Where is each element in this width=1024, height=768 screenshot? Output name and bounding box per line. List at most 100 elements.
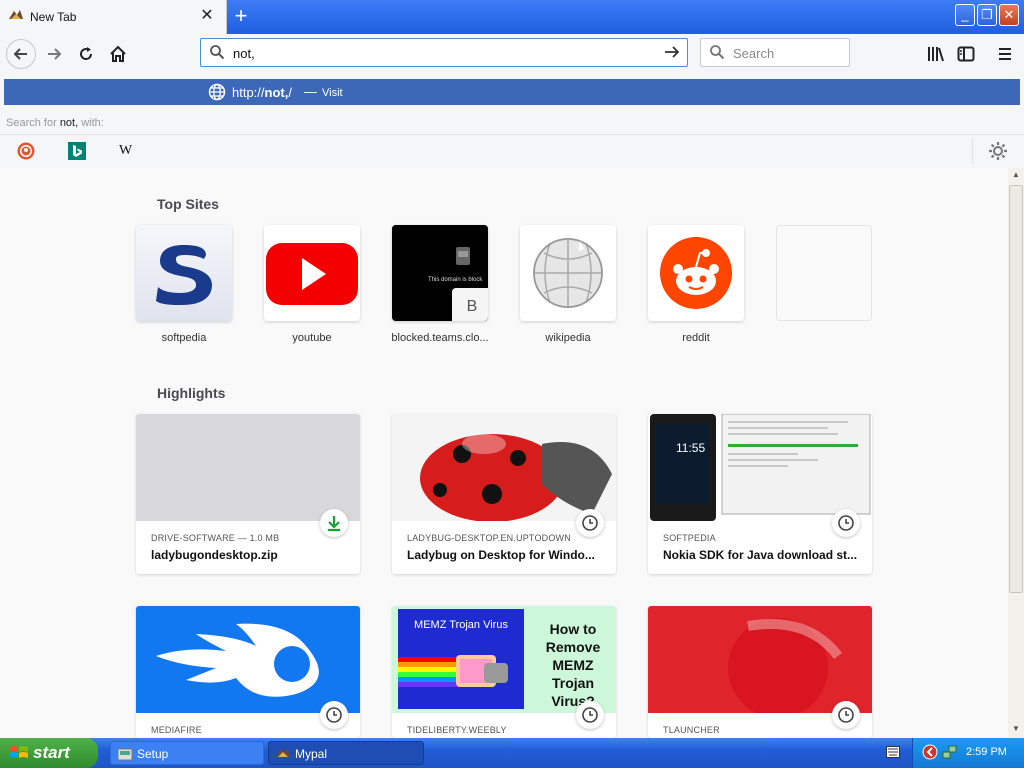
go-arrow-icon[interactable] <box>663 43 681 61</box>
top-site-blocked-teams[interactable]: This domain is block B <box>392 225 488 321</box>
nyan-cat-icon <box>398 655 508 687</box>
highlight-card[interactable]: TLAUNCHER <box>648 606 872 738</box>
tab-close-icon[interactable]: ✕ <box>198 6 216 26</box>
reddit-logo <box>648 225 744 321</box>
highlight-card[interactable]: LADYBUG-DESKTOP.EN.UPTODOWN Ladybug on D… <box>392 414 616 574</box>
menu-button[interactable] <box>991 40 1019 68</box>
start-button[interactable]: start <box>0 738 98 768</box>
tlauncher-thumbnail <box>648 606 872 713</box>
forward-button[interactable] <box>40 40 68 68</box>
tab-title: New Tab <box>30 10 77 24</box>
highlight-card[interactable]: DRIVE-SOFTWARE — 1.0 MB ladybugondesktop… <box>136 414 360 574</box>
clock-icon <box>838 515 854 531</box>
top-sites-heading: Top Sites <box>157 196 219 212</box>
youtube-logo <box>264 225 360 321</box>
highlight-card[interactable]: MEMZ Trojan Virus How to Remove MEMZ Tro… <box>392 606 616 738</box>
reload-icon <box>80 47 93 60</box>
new-tab-button[interactable]: + <box>229 4 253 28</box>
taskbar-item-label: Mypal <box>295 747 328 761</box>
highlight-badge <box>832 509 860 537</box>
search-settings-gear-icon[interactable] <box>988 141 1008 161</box>
scrollbar-thumb[interactable] <box>1009 185 1023 593</box>
bing-icon[interactable] <box>68 142 86 160</box>
url-input[interactable]: not, <box>233 46 255 61</box>
top-site-wikipedia[interactable] <box>520 225 616 321</box>
highlight-source: TLAUNCHER <box>663 725 720 735</box>
highlights-heading: Highlights <box>157 385 226 401</box>
nokia-sdk-thumbnail <box>648 414 872 521</box>
search-icon <box>210 45 225 60</box>
library-button[interactable] <box>922 40 950 68</box>
highlight-title: Nokia SDK for Java download st... <box>663 548 858 562</box>
home-button[interactable] <box>104 40 132 68</box>
duckduckgo-icon[interactable] <box>17 142 35 160</box>
autocomplete-action: Visit <box>322 87 343 99</box>
highlight-card[interactable]: MEDIAFIRE <box>136 606 360 738</box>
highlight-source: DRIVE-SOFTWARE — 1.0 MB <box>151 533 280 543</box>
network-icon[interactable] <box>942 744 958 760</box>
highlight-badge <box>320 509 348 537</box>
start-label: start <box>33 743 70 762</box>
scroll-up-icon[interactable]: ▲ <box>1010 170 1022 182</box>
back-button[interactable] <box>6 39 36 69</box>
hamburger-menu-icon <box>999 48 1011 60</box>
highlight-card[interactable]: 11:55 SOFTPEDIA Nokia SDK for Java downl… <box>648 414 872 574</box>
highlight-badge <box>832 701 860 729</box>
top-site-softpedia[interactable] <box>136 225 232 321</box>
ladybug-thumbnail <box>392 414 616 521</box>
window-close-button[interactable]: ✕ <box>999 4 1019 26</box>
search-bar[interactable]: Search <box>700 38 850 67</box>
mediafire-thumbnail <box>136 606 360 713</box>
restore-button[interactable]: ❐ <box>977 4 997 26</box>
globe-icon <box>208 83 226 101</box>
top-site-empty-placeholder <box>776 225 872 321</box>
top-site-label: softpedia <box>161 332 207 344</box>
back-arrow-icon <box>13 48 27 60</box>
autocomplete-separator: — <box>304 84 317 99</box>
url-bar[interactable]: not, <box>200 38 688 67</box>
blocked-thumb-text: This domain is block <box>428 277 483 283</box>
taskbar-item-setup[interactable]: Setup <box>110 741 264 765</box>
windows-logo-icon <box>10 746 28 758</box>
highlight-source: SOFTPEDIA <box>663 533 716 543</box>
one-off-search-engines <box>0 134 1024 168</box>
top-site-reddit[interactable] <box>648 225 744 321</box>
highlight-title: ladybugondesktop.zip <box>151 548 278 562</box>
autocomplete-url: http://not,/ <box>232 85 292 100</box>
minimize-button[interactable]: _ <box>955 4 975 26</box>
engine-bar-divider <box>972 138 973 164</box>
sidebar-button[interactable] <box>952 40 980 68</box>
top-site-label: wikipedia <box>545 332 591 344</box>
wikipedia-icon[interactable]: W <box>119 143 137 161</box>
reload-button[interactable] <box>72 40 100 68</box>
taskbar-clock: 2:59 PM <box>966 746 1007 758</box>
highlight-source: TIDELIBERTY.WEEBLY <box>407 725 507 735</box>
clock-icon <box>326 707 342 723</box>
memz-thumbnail: MEMZ Trojan Virus How to Remove MEMZ Tro… <box>392 606 616 713</box>
mypal-icon <box>276 748 290 757</box>
top-site-label: blocked.teams.clo... <box>391 332 489 344</box>
scroll-down-icon[interactable]: ▼ <box>1010 724 1022 736</box>
taskbar-item-mypal[interactable]: Mypal <box>268 741 424 765</box>
home-icon <box>110 45 126 62</box>
search-icon <box>710 45 725 60</box>
top-site-youtube[interactable] <box>264 225 360 321</box>
search-placeholder: Search <box>733 46 775 61</box>
mypal-favicon-icon <box>9 10 23 19</box>
phone-clock-text: 11:55 <box>676 441 706 455</box>
blocked-letter-badge: B <box>452 288 488 321</box>
search-for-label: Search for not, with: <box>6 117 104 129</box>
softpedia-logo <box>136 225 232 321</box>
memz-banner-heading: MEMZ Trojan Virus <box>414 619 508 631</box>
clock-icon <box>582 707 598 723</box>
highlight-source: LADYBUG-DESKTOP.EN.UPTODOWN <box>407 533 571 543</box>
highlight-thumbnail <box>136 414 360 521</box>
security-alert-icon[interactable] <box>922 744 938 760</box>
library-icon <box>928 47 944 62</box>
tab-new-tab[interactable]: New Tab ✕ <box>0 0 227 34</box>
autocomplete-visit-row[interactable]: http://not,/ — Visit <box>4 79 1020 105</box>
memz-thumb-caption: How to Remove MEMZ Trojan Virus? <box>545 621 601 709</box>
keyboard-icon[interactable] <box>886 746 900 758</box>
taskbar-item-label: Setup <box>137 747 169 761</box>
clock-icon <box>582 515 598 531</box>
